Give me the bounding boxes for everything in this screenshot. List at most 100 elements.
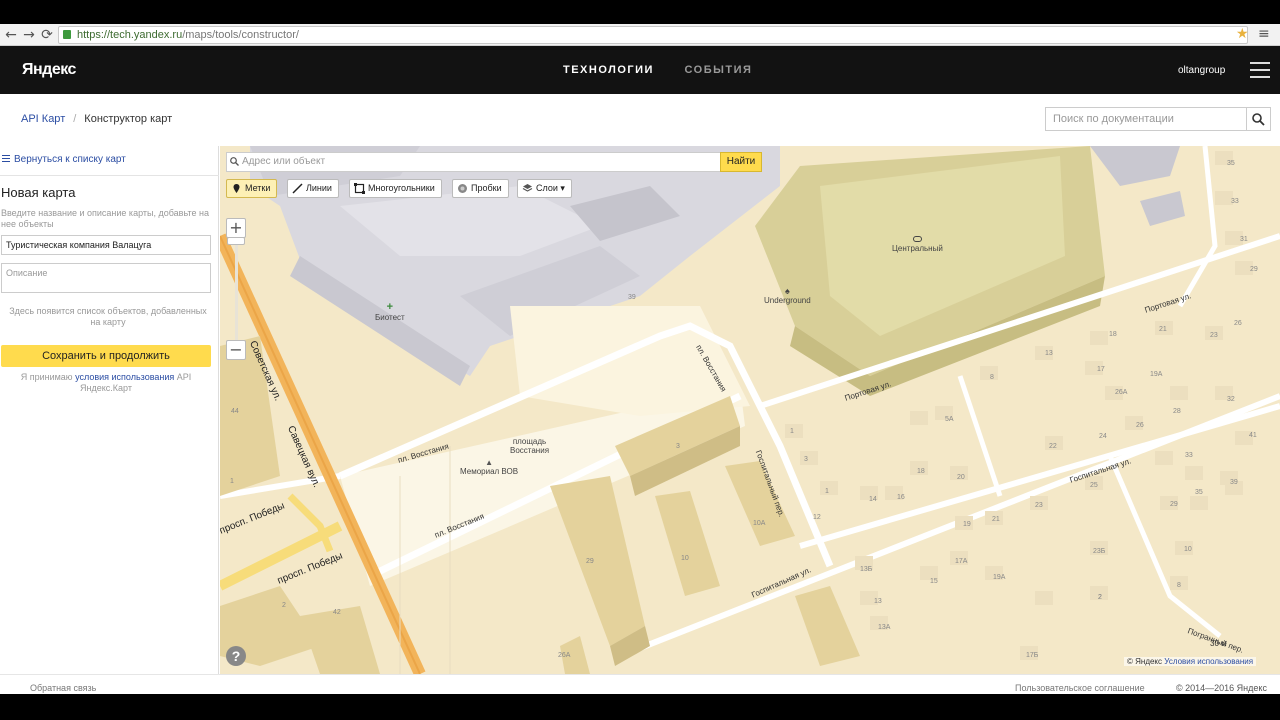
- map-address-input[interactable]: Адрес или объект: [226, 152, 722, 172]
- nav-events[interactable]: СОБЫТИЯ: [685, 64, 753, 76]
- house-number: 23Б: [1093, 548, 1106, 555]
- doc-search-input[interactable]: Поиск по документации: [1045, 107, 1247, 131]
- feedback-link[interactable]: Обратная связь: [30, 675, 96, 701]
- house-number: 39: [1230, 479, 1238, 486]
- house-number: 18: [917, 468, 925, 475]
- traffic-icon: [458, 184, 467, 193]
- zoom-slider-track[interactable]: [235, 240, 238, 344]
- map-address-placeholder: Адрес или объект: [242, 156, 326, 167]
- house-number: 3: [676, 443, 680, 450]
- pharmacy-icon: +: [386, 301, 394, 313]
- terms-link[interactable]: условия использования: [75, 372, 174, 382]
- tool-traffic-label: Пробки: [471, 183, 502, 193]
- house-number: 23: [1210, 332, 1218, 339]
- map-find-button[interactable]: Найти: [720, 152, 762, 172]
- help-icon[interactable]: ?: [226, 646, 246, 666]
- search-icon: [230, 157, 239, 166]
- house-number: 13А: [878, 624, 891, 631]
- label-stadium-text: Центральный: [892, 244, 943, 253]
- house-number: 35: [1227, 160, 1235, 167]
- tool-polygons-label: Многоугольники: [368, 183, 435, 193]
- reload-icon[interactable]: ⟳: [38, 26, 56, 44]
- back-arrow-icon[interactable]: ←: [2, 26, 20, 44]
- zoom-slider-handle[interactable]: [227, 237, 245, 245]
- map-copyright-text: © Яндекс: [1127, 657, 1163, 666]
- map-description-field[interactable]: Описание: [1, 263, 211, 293]
- yandex-logo[interactable]: Яндекс: [22, 61, 76, 79]
- site-header: Яндекс ТЕХНОЛОГИИ СОБЫТИЯ oltangroup: [0, 46, 1280, 94]
- user-name[interactable]: oltangroup: [1178, 65, 1225, 76]
- house-number: 39: [628, 294, 636, 301]
- house-number: 3: [804, 456, 808, 463]
- house-number: 13: [1045, 350, 1053, 357]
- stadium-icon: [912, 236, 922, 242]
- breadcrumb-current: Конструктор карт: [84, 113, 173, 125]
- house-number: 18: [1109, 331, 1117, 338]
- user-agreement-link[interactable]: Пользовательское соглашение: [1015, 675, 1145, 701]
- objects-empty-note: Здесь появится список объектов, добавлен…: [9, 306, 207, 327]
- forward-arrow-icon[interactable]: →: [20, 26, 38, 44]
- house-number: 2: [1098, 594, 1102, 601]
- zoom-out-button[interactable]: −: [226, 340, 246, 360]
- monument-icon: ▲: [485, 458, 493, 467]
- tool-polygons[interactable]: Многоугольники: [349, 179, 442, 198]
- doc-search-button[interactable]: [1247, 107, 1271, 131]
- tool-lines-label: Линии: [306, 183, 332, 193]
- house-number: 13Б: [860, 566, 873, 573]
- house-number: 24: [1099, 433, 1107, 440]
- map-view[interactable]: Адрес или объект Найти Метки Линии Много…: [220, 146, 1280, 674]
- house-number: 44: [231, 408, 239, 415]
- house-number: 13: [874, 598, 882, 605]
- house-number: 41: [1249, 432, 1257, 439]
- house-number: 1: [230, 478, 234, 485]
- label-memorial[interactable]: ▲ Мемориал ВОВ: [460, 458, 518, 476]
- lock-icon: [63, 30, 71, 39]
- tool-placemarks-label: Метки: [245, 183, 271, 193]
- zoom-in-button[interactable]: +: [226, 218, 246, 238]
- top-nav: ТЕХНОЛОГИИ СОБЫТИЯ: [563, 64, 778, 76]
- map-canvas: [220, 146, 1280, 674]
- underground-icon: ♠: [784, 286, 790, 296]
- line-icon: [292, 183, 303, 194]
- tool-layers[interactable]: Слои ▾: [517, 179, 572, 198]
- house-number: 8: [1177, 582, 1181, 589]
- constructor-sidebar: Вернуться к списку карт Новая карта Введ…: [0, 146, 219, 674]
- label-underground[interactable]: ♠ Underground: [764, 286, 811, 305]
- save-and-continue-button[interactable]: Сохранить и продолжить: [1, 345, 211, 367]
- house-number: 16: [897, 494, 905, 501]
- house-number: 8: [990, 374, 994, 381]
- back-to-maps-link[interactable]: Вернуться к списку карт: [0, 146, 219, 176]
- new-map-hint: Введите название и описание карты, добав…: [1, 208, 209, 229]
- breadcrumb-api-maps[interactable]: API Карт: [21, 113, 65, 125]
- house-number: 23: [1035, 502, 1043, 509]
- map-name-field[interactable]: Туристическая компания Валацуга: [1, 235, 211, 255]
- label-stadium[interactable]: Центральный: [892, 236, 943, 253]
- house-number: 26А: [1115, 389, 1128, 396]
- house-number: 10: [1184, 546, 1192, 553]
- search-icon: [1252, 113, 1265, 126]
- label-square: площадь Восстания: [510, 437, 550, 455]
- map-scale: 30 м: [1210, 639, 1227, 648]
- nav-technologies[interactable]: ТЕХНОЛОГИИ: [563, 64, 654, 76]
- label-memorial-text: Мемориал ВОВ: [460, 467, 519, 476]
- house-number: 19: [963, 521, 971, 528]
- house-number: 19А: [993, 574, 1006, 581]
- map-terms-link[interactable]: Условия использования: [1164, 657, 1253, 666]
- address-bar[interactable]: https://tech.yandex.ru/maps/tools/constr…: [58, 26, 1248, 44]
- browser-menu-icon[interactable]: ≡: [1258, 26, 1270, 42]
- house-number: 19А: [1150, 371, 1163, 378]
- house-number: 21: [1159, 326, 1167, 333]
- tool-layers-label: Слои: [536, 183, 558, 193]
- label-biotest[interactable]: + Биотест: [375, 301, 405, 322]
- house-number: 17Б: [1026, 652, 1039, 659]
- tool-traffic[interactable]: Пробки: [452, 179, 509, 198]
- house-number: 29: [1170, 501, 1178, 508]
- hamburger-menu-icon[interactable]: [1250, 62, 1270, 78]
- back-link-label: Вернуться к списку карт: [14, 154, 126, 165]
- house-number: 26А: [558, 652, 571, 659]
- zoom-control: + −: [226, 218, 246, 368]
- bookmark-star-icon[interactable]: ★: [1236, 26, 1249, 42]
- tool-lines[interactable]: Линии: [287, 179, 339, 198]
- house-number: 42: [333, 609, 341, 616]
- tool-placemarks[interactable]: Метки: [226, 179, 278, 198]
